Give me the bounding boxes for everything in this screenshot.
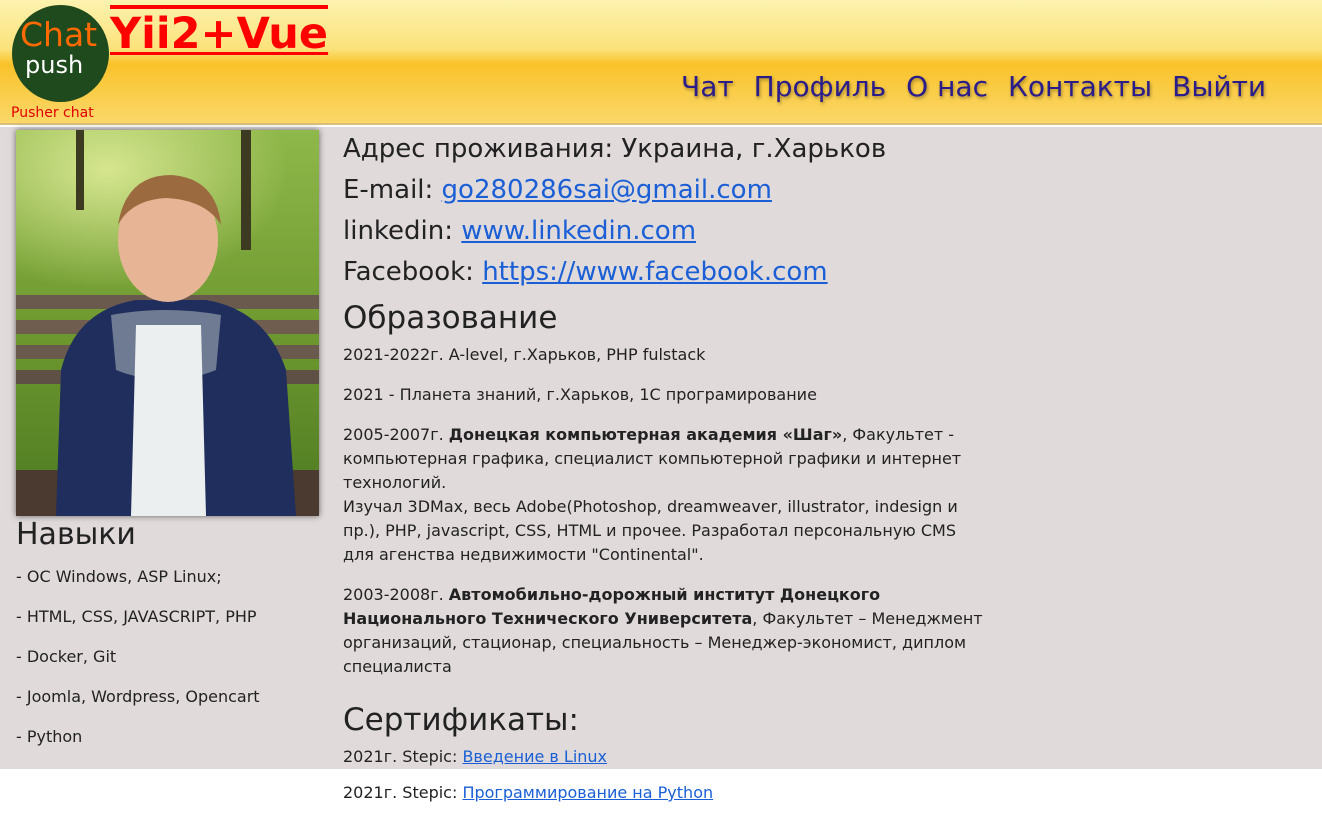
education-details: Изучал 3DMax, весь Adobe(Photoshop, drea… bbox=[343, 497, 958, 564]
logo-push-text: push bbox=[25, 51, 84, 79]
skills-title: Навыки bbox=[16, 517, 136, 552]
facebook-label: Facebook: bbox=[343, 257, 483, 287]
list-item: - HTML, CSS, JAVASCRIPT, PHP bbox=[16, 607, 257, 626]
education-institution: Донецкая компьютерная академия «Шаг» bbox=[448, 425, 843, 444]
list-item: - Joomla, Wordpress, Opencart bbox=[16, 687, 260, 706]
certificate-text: 2021г. Stepic: bbox=[343, 747, 463, 766]
education-text: 2021 - Планета знаний, г.Харьков, 1С про… bbox=[343, 385, 817, 404]
linkedin-line: linkedin: www.linkedin.com bbox=[343, 211, 983, 252]
certificate-link[interactable]: Введение в Linux bbox=[462, 747, 607, 766]
certificates-title: Сертификаты: bbox=[343, 702, 579, 738]
profile-main: Адрес проживания: Украина, г.Харьков E-m… bbox=[343, 127, 983, 817]
education-item: 2005-2007г. Донецкая компьютерная академ… bbox=[343, 423, 983, 567]
certificate-text: 2021г. Stepic: bbox=[343, 783, 463, 802]
page-content: Навыки - ОС Windows, ASP Linux; - HTML, … bbox=[0, 127, 1322, 802]
nav-about[interactable]: О нас bbox=[906, 70, 988, 103]
nav-logout[interactable]: Выйти bbox=[1172, 70, 1266, 103]
list-item: - Docker, Git bbox=[16, 647, 117, 666]
education-text: 2021-2022г. A-level, г.Харьков, PHP fuls… bbox=[343, 345, 706, 364]
site-header: Chat push Pusher chat Yii2+Vue Чат Профи… bbox=[0, 0, 1322, 125]
email-label: E-mail: bbox=[343, 175, 442, 205]
facebook-line: Facebook: https://www.facebook.com bbox=[343, 252, 983, 293]
email-line: E-mail: go280286sai@gmail.com bbox=[343, 170, 983, 211]
education-item: 2003-2008г. Автомобильно-дорожный инстит… bbox=[343, 583, 983, 679]
address-line: Адрес проживания: Украина, г.Харьков bbox=[343, 134, 887, 164]
profile-photo-image bbox=[16, 130, 319, 516]
education-text: 2005-2007г. bbox=[343, 425, 449, 444]
certificate-link[interactable]: Программирование на Python bbox=[462, 783, 713, 802]
nav-profile[interactable]: Профиль bbox=[754, 70, 887, 103]
education-title: Образование bbox=[343, 300, 558, 336]
logo-subtitle: Pusher chat bbox=[11, 105, 94, 121]
list-item: - Python bbox=[16, 727, 83, 746]
linkedin-link[interactable]: www.linkedin.com bbox=[461, 216, 696, 246]
facebook-link[interactable]: https://www.facebook.com bbox=[482, 257, 827, 287]
education-text: 2003-2008г. bbox=[343, 585, 449, 604]
certificate-item: 2021г. Stepic: Введение в Linux bbox=[343, 745, 983, 769]
nav-chat[interactable]: Чат bbox=[681, 70, 734, 103]
certificate-item: 2021г. Stepic: Программирование на Pytho… bbox=[343, 781, 983, 805]
education-item: 2021-2022г. A-level, г.Харьков, PHP fuls… bbox=[343, 343, 983, 367]
nav-contacts[interactable]: Контакты bbox=[1008, 70, 1152, 103]
brand-link[interactable]: Yii2+Vue bbox=[110, 5, 329, 56]
profile-photo bbox=[16, 130, 319, 516]
list-item: - ОС Windows, ASP Linux; bbox=[16, 567, 222, 586]
logo-chat-text: Chat bbox=[20, 15, 98, 54]
education-item: 2021 - Планета знаний, г.Харьков, 1С про… bbox=[343, 383, 983, 407]
linkedin-label: linkedin: bbox=[343, 216, 462, 246]
email-link[interactable]: go280286sai@gmail.com bbox=[442, 175, 772, 205]
main-nav: Чат Профиль О нас Контакты Выйти bbox=[681, 70, 1266, 103]
skills-list: - ОС Windows, ASP Linux; - HTML, CSS, JA… bbox=[16, 567, 260, 767]
